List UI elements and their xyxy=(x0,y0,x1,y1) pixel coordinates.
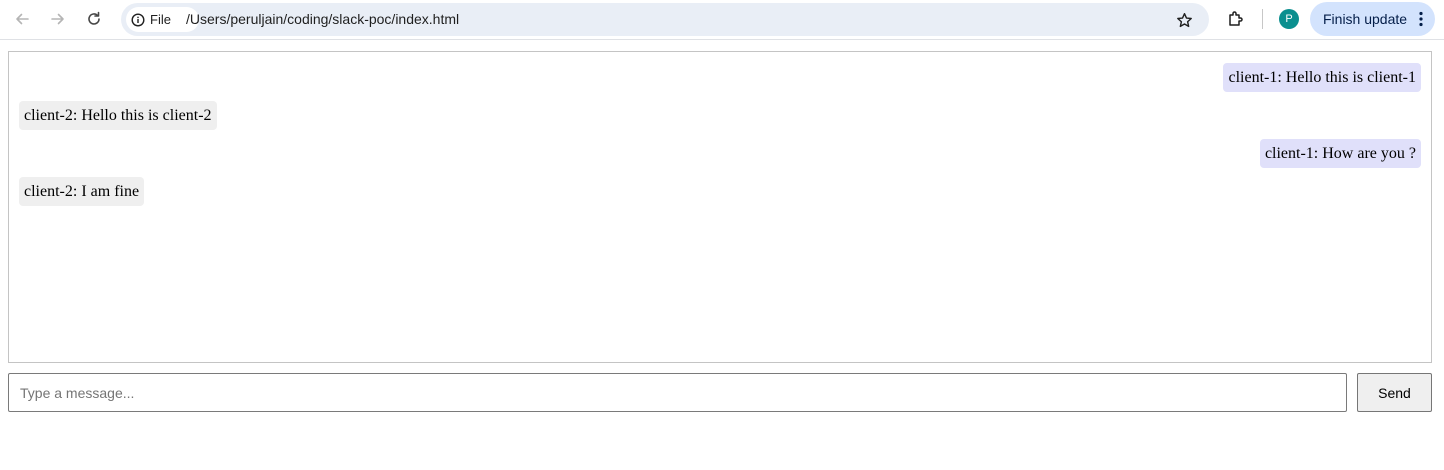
url-text[interactable]: /Users/peruljain/coding/slack-poc/index.… xyxy=(186,11,459,27)
address-bar[interactable]: File /Users/peruljain/coding/slack-poc/i… xyxy=(121,3,1209,36)
arrow-right-icon xyxy=(51,13,64,25)
browser-toolbar: File /Users/peruljain/coding/slack-poc/i… xyxy=(0,0,1444,40)
message-bubble-client-2: client-2: I am fine xyxy=(19,177,145,206)
message-bubble-client-2: client-2: Hello this is client-2 xyxy=(19,101,217,130)
site-chip-label: File xyxy=(150,12,171,27)
arrow-left-icon xyxy=(16,13,29,25)
send-button[interactable]: Send xyxy=(1357,373,1432,412)
info-icon xyxy=(131,12,145,27)
profile-avatar[interactable]: P xyxy=(1279,9,1299,29)
toolbar-divider xyxy=(1262,9,1263,29)
message-bubble-client-1: client-1: Hello this is client-1 xyxy=(1223,63,1421,92)
reload-button[interactable] xyxy=(81,6,107,32)
star-icon xyxy=(1176,12,1192,27)
more-vert-icon xyxy=(1419,11,1423,27)
message-input[interactable] xyxy=(8,373,1347,412)
forward-button[interactable] xyxy=(45,6,71,32)
finish-update-button[interactable]: Finish update xyxy=(1310,2,1435,36)
message-bubble-client-1: client-1: How are you ? xyxy=(1259,139,1421,168)
finish-update-label: Finish update xyxy=(1323,11,1408,27)
extensions-button[interactable] xyxy=(1224,7,1248,31)
bookmark-button[interactable] xyxy=(1173,9,1195,31)
chat-messages[interactable]: client-1: Hello this is client-1 client-… xyxy=(8,51,1432,363)
puzzle-icon xyxy=(1229,11,1243,26)
reload-icon xyxy=(88,11,100,25)
back-button[interactable] xyxy=(9,6,35,32)
